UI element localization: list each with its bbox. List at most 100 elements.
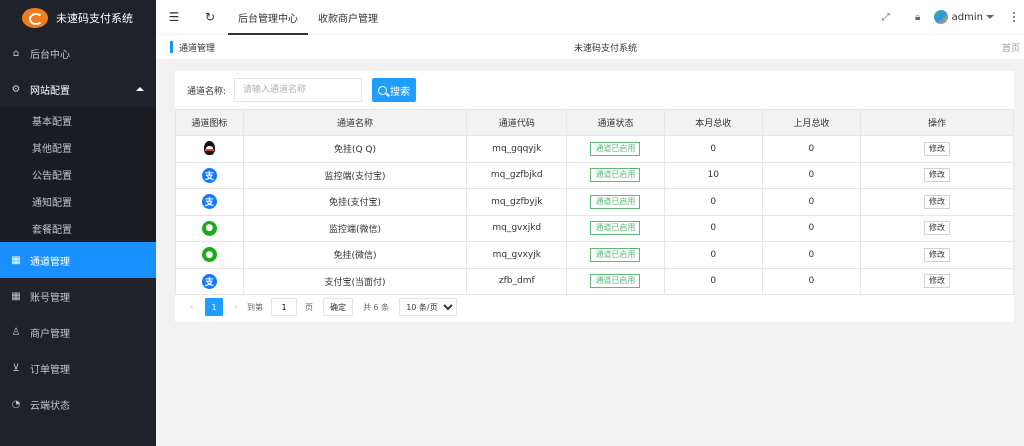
status-badge: 通道已启用: [590, 168, 641, 183]
goto-confirm-button[interactable]: 确定: [323, 298, 353, 316]
account-icon: ▦: [11, 290, 21, 302]
edit-button[interactable]: 修改: [923, 141, 950, 156]
user-name[interactable]: admin: [952, 12, 983, 23]
edit-button[interactable]: 修改: [923, 194, 950, 209]
edit-button[interactable]: 修改: [923, 221, 950, 236]
col-header-actions: 操作: [859, 109, 1015, 136]
breadcrumb-current: 通道管理: [179, 43, 216, 54]
month-total: 0: [663, 267, 763, 295]
sidebar-item-label: 云端状态: [30, 400, 70, 412]
edit-button[interactable]: 修改: [923, 274, 950, 289]
channel-code: zfb_dmf: [466, 267, 568, 295]
refresh-icon[interactable]: ↻: [192, 0, 228, 35]
sidebar-item-site-config[interactable]: ⚙ 网站配置: [0, 71, 156, 107]
sidebar-item-label: 网站配置: [30, 85, 70, 97]
month-total: 0: [663, 135, 763, 163]
channel-code: mq_gvxjkd: [466, 214, 568, 242]
last-month-total: 0: [761, 241, 861, 269]
status-badge: 通道已启用: [590, 194, 641, 209]
channel-name: 免挂(微信): [242, 241, 468, 269]
table-row: 支 支付宝(当面付) zfb_dmf 通道已启用 0 0 修改: [175, 267, 1015, 295]
goto-suffix: 页: [305, 302, 313, 312]
last-month-total: 0: [761, 267, 861, 295]
edit-button[interactable]: 修改: [923, 168, 950, 183]
menu-toggle-icon[interactable]: ☰: [156, 0, 192, 35]
dashboard-icon: ◔: [11, 398, 21, 410]
col-header-name: 通道名称: [242, 109, 468, 136]
channel-name: 免挂(支付宝): [242, 188, 468, 216]
sidebar-item-accounts[interactable]: ▦ 账号管理: [0, 278, 156, 314]
channel-code: mq_gzfbjkd: [466, 161, 568, 189]
sidebar-submenu: 基本配置 其他配置 公告配置 通知配置 套餐配置: [0, 107, 156, 242]
table-row: 免挂(Q Q) mq_gqqyjk 通道已启用 0 0 修改: [175, 135, 1015, 163]
prev-page-icon[interactable]: ‹: [185, 302, 199, 313]
home-icon: ⌂: [12, 47, 20, 59]
col-header-status: 通道状态: [566, 109, 665, 136]
submenu-item-package[interactable]: 套餐配置: [0, 215, 156, 242]
submenu-item-notice[interactable]: 公告配置: [0, 161, 156, 188]
status-badge: 通道已启用: [590, 274, 641, 289]
app-title: 未速码支付系统: [56, 11, 133, 25]
col-header-code: 通道代码: [466, 109, 568, 136]
channel-name: 监控端(微信): [242, 214, 468, 242]
table-row: ● 免挂(微信) mq_gvxyjk 通道已启用 0 0 修改: [175, 241, 1015, 269]
chevron-up-icon: [136, 87, 144, 91]
tab-admin-center[interactable]: 后台管理中心: [228, 0, 308, 35]
last-month-total: 0: [761, 214, 861, 242]
search-label: 通道名称:: [187, 86, 227, 97]
sidebar-item-channels[interactable]: ▦ 通道管理: [0, 242, 156, 278]
goto-page-input[interactable]: [271, 298, 297, 316]
channel-table: 通道图标 通道名称 通道代码 通道状态 本月总收 上月总收 操作 免挂(Q Q)…: [175, 109, 1015, 295]
more-icon[interactable]: [1004, 12, 1024, 22]
app-logo[interactable]: 未速码支付系统: [0, 0, 156, 35]
page-size-select[interactable]: 10 条/页: [399, 298, 458, 316]
total-count: 共 6 条: [363, 302, 390, 312]
fullscreen-icon[interactable]: ⤢: [870, 0, 902, 35]
user-icon: ♙: [11, 326, 21, 338]
sidebar-item-dashboard[interactable]: ⌂ 后台中心: [0, 35, 156, 71]
search-icon: [378, 85, 388, 95]
sidebar: 未速码支付系统 ⌂ 后台中心 ⚙ 网站配置 基本配置 其他配置 公告配置 通知配…: [0, 0, 156, 446]
last-month-total: 0: [761, 188, 861, 216]
alipay-icon: 支: [201, 273, 217, 289]
col-header-icon: 通道图标: [175, 109, 244, 136]
submenu-item-basic[interactable]: 基本配置: [0, 107, 156, 134]
top-header: ☰ ↻ 后台管理中心 收款商户管理 ⤢ 🔒︎ admin: [156, 0, 1024, 35]
sidebar-item-label: 后台中心: [30, 49, 70, 61]
wechat-icon: ●: [201, 247, 217, 263]
submenu-item-notify[interactable]: 通知配置: [0, 188, 156, 215]
tab-merchant-management[interactable]: 收款商户管理: [308, 0, 388, 35]
breadcrumb-home-link[interactable]: 首页: [1002, 41, 1020, 54]
page-number-current[interactable]: 1: [205, 298, 223, 316]
wechat-icon: ●: [201, 220, 217, 236]
sidebar-item-cloud-status[interactable]: ◔ 云端状态: [0, 386, 156, 422]
channel-code: mq_gqqyjk: [466, 135, 568, 163]
sidebar-item-merchants[interactable]: ♙ 商户管理: [0, 314, 156, 350]
logo-icon: [22, 7, 48, 28]
breadcrumb-title: 未速码支付系统: [574, 44, 638, 54]
goto-prefix: 到第: [247, 302, 263, 312]
status-badge: 通道已启用: [590, 221, 641, 236]
submenu-item-other[interactable]: 其他配置: [0, 134, 156, 161]
search-button[interactable]: 搜索: [372, 78, 417, 102]
channel-code: mq_gvxyjk: [466, 241, 568, 269]
table-row: 支 监控端(支付宝) mq_gzfbjkd 通道已启用 10 0 修改: [175, 161, 1015, 189]
lock-icon[interactable]: 🔒︎: [902, 0, 934, 35]
avatar[interactable]: [933, 10, 948, 24]
sidebar-item-label: 通道管理: [30, 256, 70, 268]
sidebar-item-label: 订单管理: [30, 364, 70, 376]
sidebar-item-orders[interactable]: ⊻ 订单管理: [0, 350, 156, 386]
table-header-row: 通道图标 通道名称 通道代码 通道状态 本月总收 上月总收 操作: [175, 109, 1015, 136]
edit-button[interactable]: 修改: [923, 247, 950, 262]
last-month-total: 0: [761, 135, 861, 163]
breadcrumb: 通道管理 未速码支付系统 首页: [156, 35, 1024, 59]
search-input[interactable]: [234, 78, 363, 102]
table-row: 支 免挂(支付宝) mq_gzfbyjk 通道已启用 0 0 修改: [175, 188, 1015, 216]
channel-name: 支付宝(当面付): [242, 267, 468, 295]
next-page-icon[interactable]: ›: [229, 302, 243, 313]
table-row: ● 监控端(微信) mq_gvxjkd 通道已启用 0 0 修改: [175, 214, 1015, 242]
chevron-down-icon[interactable]: [986, 15, 994, 19]
channel-name: 免挂(Q Q): [242, 135, 468, 163]
channel-card: 通道名称: 搜索 通道图标 通道名称 通道代码 通道状态 本月总收 上月总收 操…: [175, 71, 1015, 322]
qq-icon: [201, 140, 217, 155]
